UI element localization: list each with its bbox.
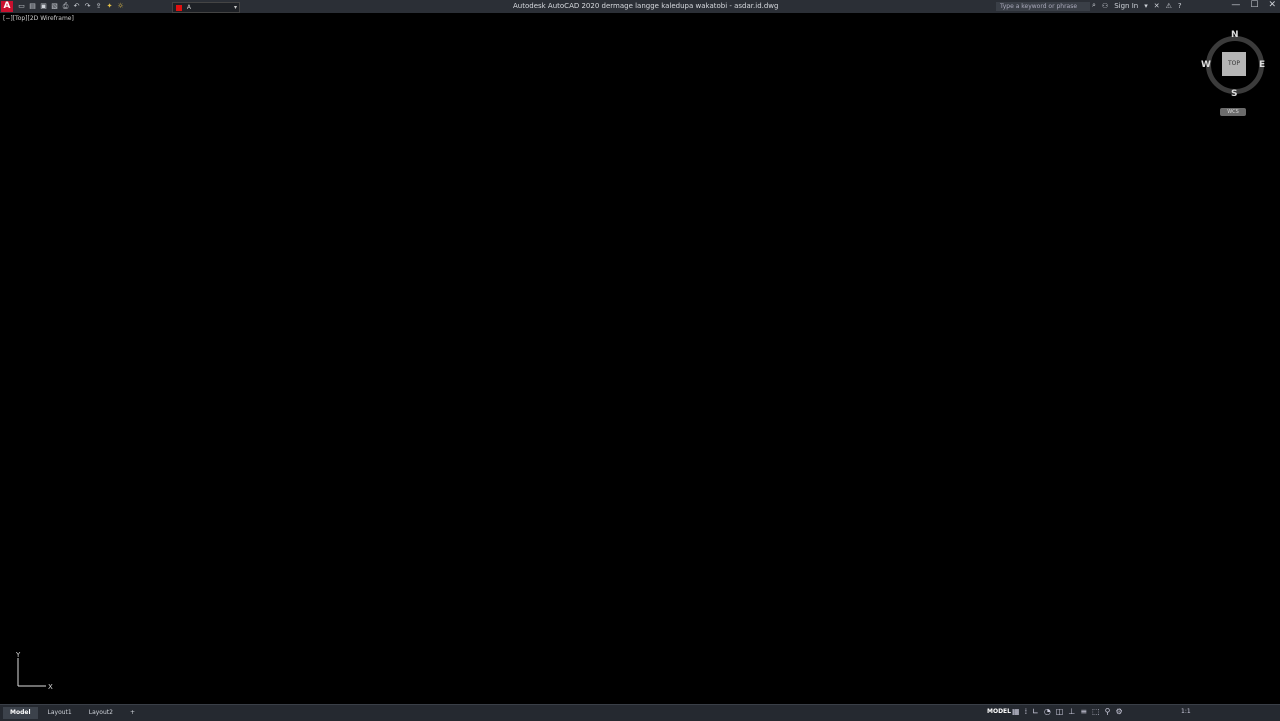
compass-north[interactable]: N xyxy=(1231,30,1239,40)
compass-south[interactable]: S xyxy=(1231,89,1237,99)
grid-icon[interactable]: ▦ xyxy=(1012,707,1020,716)
annotation-scale[interactable]: 1:1 xyxy=(1181,708,1191,715)
snap-icon[interactable]: ⁞ xyxy=(1025,707,1028,716)
compass-east[interactable]: E xyxy=(1259,60,1265,70)
ucs-y-label: Y xyxy=(15,651,21,659)
plot-icon[interactable]: ⎙ xyxy=(62,2,69,10)
redo-icon[interactable]: ↷ xyxy=(84,2,91,10)
layer-dropdown[interactable]: A ▾ xyxy=(172,2,240,13)
quick-access-toolbar: ▭ ▤ ▣ ▧ ⎙ ↶ ↷ ⇪ ✦ ☼ xyxy=(18,2,124,10)
viewport-controls[interactable]: [−][Top][2D Wireframe] xyxy=(3,15,74,22)
tab-model[interactable]: Model xyxy=(3,707,38,719)
search-input[interactable]: Type a keyword or phrase xyxy=(996,2,1090,11)
maximize-button[interactable]: ☐ xyxy=(1250,0,1258,10)
a360-icon[interactable]: ⚠ xyxy=(1166,2,1172,10)
undo-icon[interactable]: ↶ xyxy=(73,2,80,10)
sign-in-link[interactable]: Sign In xyxy=(1114,2,1138,10)
share-icon[interactable]: ⇪ xyxy=(95,2,102,10)
workspace-icon[interactable]: ⚙ xyxy=(1115,707,1122,716)
user-icon[interactable]: ⚇ xyxy=(1102,2,1108,10)
exchange-icon[interactable]: ✕ xyxy=(1154,2,1160,10)
tab-layout1[interactable]: Layout1 xyxy=(41,707,79,719)
window-title: Autodesk AutoCAD 2020 dermage langge kal… xyxy=(513,2,779,10)
help-button[interactable]: ? xyxy=(1178,2,1182,10)
viewcube[interactable]: TOP N S E W WCS xyxy=(1200,30,1270,116)
ucs-x-label: X xyxy=(48,683,53,691)
ucs-icon: Y X xyxy=(15,651,53,691)
otrack-icon[interactable]: ⊥ xyxy=(1068,707,1075,716)
minimize-button[interactable]: — xyxy=(1231,0,1240,10)
sun-icon[interactable]: ☼ xyxy=(117,2,124,10)
chevron-down-icon: ▾ xyxy=(233,4,237,11)
window-controls: — ☐ ✕ xyxy=(1231,0,1276,10)
annotation-icon[interactable]: ⚲ xyxy=(1105,707,1111,716)
close-button[interactable]: ✕ xyxy=(1268,0,1276,10)
osnap-icon[interactable]: ◫ xyxy=(1056,707,1064,716)
saveas-icon[interactable]: ▧ xyxy=(51,2,58,10)
compass-west[interactable]: W xyxy=(1201,60,1211,70)
layer-name: A xyxy=(186,4,192,11)
add-layout-button[interactable]: + xyxy=(123,707,142,719)
wcs-menu-button[interactable]: WCS xyxy=(1220,108,1246,116)
lightbulb-icon[interactable]: ✦ xyxy=(106,2,113,10)
account-tools: ⌕ ⚇ Sign In ▾ ✕ ⚠ ? xyxy=(1092,1,1182,10)
layout-tabs: Model Layout1 Layout2 + xyxy=(3,707,142,719)
lineweight-icon[interactable]: ≡ xyxy=(1080,707,1087,716)
layer-color-swatch xyxy=(176,4,182,11)
new-icon[interactable]: ▭ xyxy=(18,2,25,10)
status-bar: Model Layout1 Layout2 + MODEL ▦ ⁞ ∟ ◔ ◫ … xyxy=(0,704,1280,721)
chevron-down-icon[interactable]: ▾ xyxy=(1144,2,1148,10)
model-space-button[interactable]: MODEL xyxy=(987,708,1011,715)
open-icon[interactable]: ▤ xyxy=(29,2,36,10)
status-toggles: ▦ ⁞ ∟ ◔ ◫ ⊥ ≡ ⬚ ⚲ ⚙ xyxy=(1012,707,1123,716)
viewcube-top-face[interactable]: TOP xyxy=(1222,52,1246,76)
selection-icon[interactable]: ⬚ xyxy=(1092,707,1100,716)
binoculars-icon[interactable]: ⌕ xyxy=(1092,1,1096,10)
tab-layout2[interactable]: Layout2 xyxy=(82,707,120,719)
ortho-icon[interactable]: ∟ xyxy=(1032,707,1039,716)
app-menu-button[interactable]: A xyxy=(1,1,13,12)
save-icon[interactable]: ▣ xyxy=(40,2,47,10)
title-bar: A ▭ ▤ ▣ ▧ ⎙ ↶ ↷ ⇪ ✦ ☼ A ▾ Autodesk AutoC… xyxy=(0,0,1280,13)
polar-icon[interactable]: ◔ xyxy=(1044,707,1051,716)
